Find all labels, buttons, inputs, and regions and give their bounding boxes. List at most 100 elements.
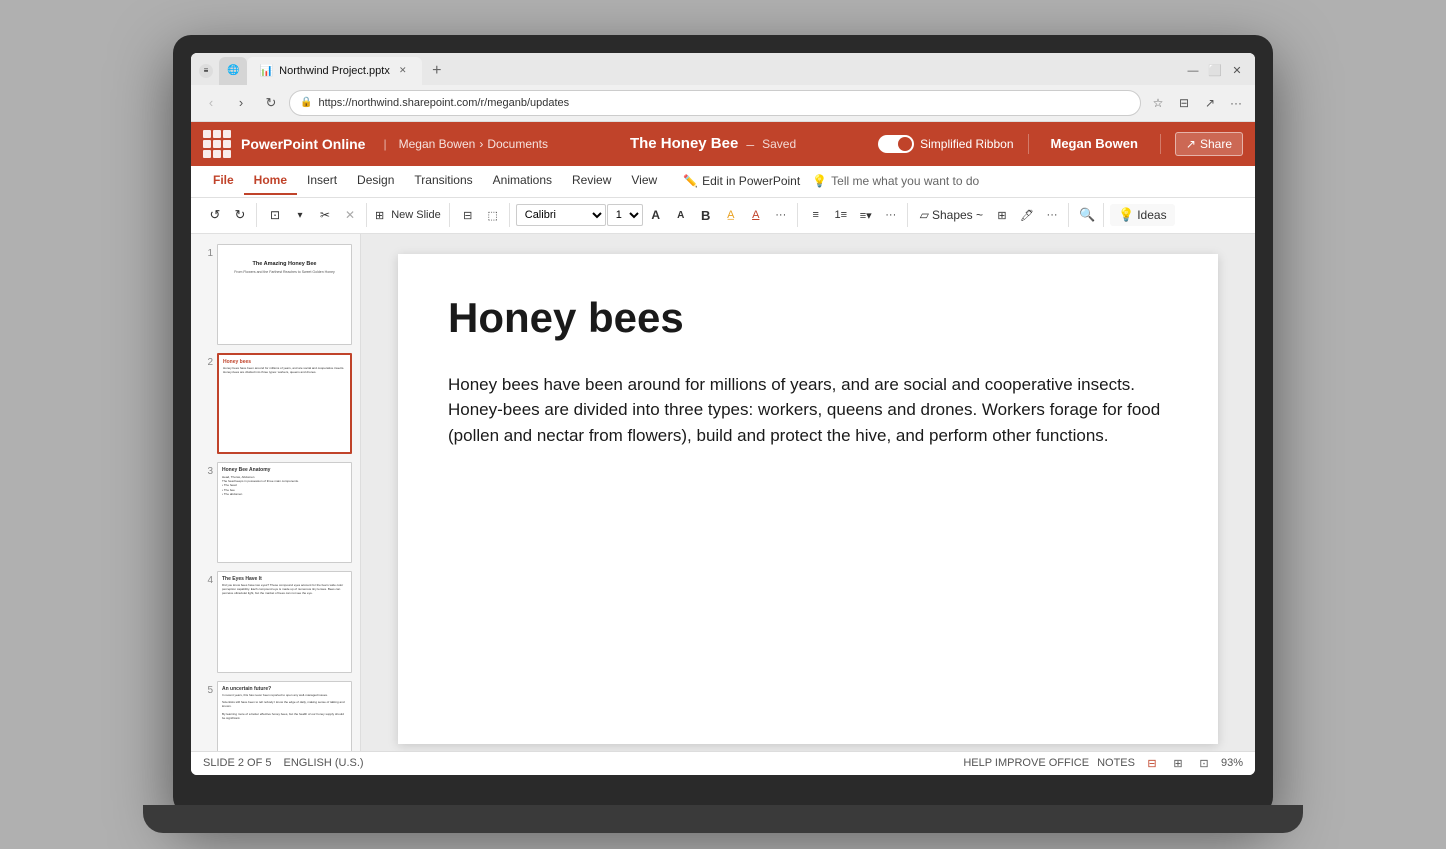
- tab-design[interactable]: Design: [347, 167, 404, 195]
- more-font-btn[interactable]: ···: [769, 203, 793, 227]
- slide-thumb-1[interactable]: The Amazing Honey Bee From Flowers and t…: [217, 244, 352, 345]
- user-name[interactable]: Megan Bowen: [1043, 132, 1146, 155]
- share-browser-btn[interactable]: ↗: [1199, 92, 1221, 114]
- redo-btn[interactable]: ↻: [228, 203, 252, 227]
- tab-blank[interactable]: 🌐: [219, 57, 247, 85]
- tab-animations[interactable]: Animations: [483, 167, 562, 195]
- breadcrumb-sep: ›: [479, 137, 483, 151]
- arrange-btn[interactable]: ⬚: [481, 203, 505, 227]
- doc-title-area: The Honey Bee – Saved: [558, 135, 868, 152]
- view-normal-btn[interactable]: ⊟: [1143, 754, 1161, 772]
- tab-ppt[interactable]: 📊 Northwind Project.pptx ✕: [247, 57, 421, 85]
- edit-ppt-label: Edit in PowerPoint: [702, 174, 800, 188]
- waffle-menu[interactable]: [203, 130, 231, 158]
- breadcrumb-location[interactable]: Documents: [487, 137, 548, 151]
- slide-number-2: 2: [199, 357, 213, 368]
- numbered-list-btn[interactable]: 1≡: [829, 203, 853, 227]
- bullet-list-btn[interactable]: ≡: [804, 203, 828, 227]
- cut-btn[interactable]: ✂: [313, 203, 337, 227]
- undo-btn[interactable]: ↺: [203, 203, 227, 227]
- settings-btn[interactable]: ···: [1225, 92, 1247, 114]
- lightbulb-icon: 💡: [812, 174, 827, 188]
- font-size-down-btn[interactable]: A: [669, 203, 693, 227]
- highlight-btn[interactable]: A̲: [719, 203, 743, 227]
- notes-btn[interactable]: NOTES: [1097, 757, 1135, 769]
- shapes-btn[interactable]: ▱ Shapes ~: [914, 205, 989, 225]
- tab-review[interactable]: Review: [562, 167, 621, 195]
- slide-item-1[interactable]: 1 The Amazing Honey Bee From Flowers and…: [191, 242, 360, 347]
- slide-item-5[interactable]: 5 An uncertain future? In recent years, …: [191, 679, 360, 751]
- address-bar[interactable]: 🔒 https://northwind.sharepoint.com/r/meg…: [289, 90, 1141, 116]
- tab-file[interactable]: File: [203, 167, 244, 195]
- shape-fill-btn[interactable]: 🖊: [1015, 203, 1039, 227]
- blank-tab-icon: 🌐: [227, 65, 239, 76]
- search-btn[interactable]: 🔍: [1075, 203, 1099, 227]
- breadcrumb-user[interactable]: Megan Bowen: [399, 137, 476, 151]
- collections-btn[interactable]: ⊟: [1173, 92, 1195, 114]
- font-size-up-btn[interactable]: A: [644, 203, 668, 227]
- slide-thumb-3[interactable]: Honey Bee Anatomy Head, Thorax, AbdomenT…: [217, 462, 352, 563]
- slide-item-4[interactable]: 4 The Eyes Have It Did you know bees hav…: [191, 569, 360, 674]
- tab-close-btn[interactable]: ✕: [396, 64, 410, 78]
- main-area: 1 The Amazing Honey Bee From Flowers and…: [191, 234, 1255, 751]
- browser-menu-btn[interactable]: ≡: [199, 64, 213, 78]
- toolbar-divider-2: [1160, 134, 1161, 154]
- forward-btn[interactable]: ›: [229, 91, 253, 115]
- arrange-shapes-btn[interactable]: ⊞: [990, 203, 1014, 227]
- ppt-tab-favicon: 📊: [259, 64, 273, 77]
- delete-btn[interactable]: ✕: [338, 203, 362, 227]
- back-btn[interactable]: ‹: [199, 91, 223, 115]
- more-list-btn[interactable]: ···: [879, 203, 903, 227]
- share-button[interactable]: ↗ Share: [1175, 132, 1243, 156]
- slide-canvas[interactable]: Honey bees Honey bees have been around f…: [398, 254, 1218, 744]
- view-slide-btn[interactable]: ⊞: [1169, 754, 1187, 772]
- tab-view[interactable]: View: [621, 167, 667, 195]
- doc-separator: –: [746, 136, 754, 152]
- font-group: Calibri Arial Times New Roman 18 24 32 A…: [512, 203, 798, 227]
- bookmark-btn[interactable]: ☆: [1147, 92, 1169, 114]
- tab-home[interactable]: Home: [244, 167, 297, 195]
- tab-insert[interactable]: Insert: [297, 167, 347, 195]
- align-btn[interactable]: ≡▾: [854, 203, 878, 227]
- toggle-knob: [898, 137, 912, 151]
- simplified-ribbon-toggle[interactable]: Simplified Ribbon: [878, 135, 1013, 153]
- new-slide-btn[interactable]: New Slide: [387, 207, 445, 223]
- slide-thumb-4[interactable]: The Eyes Have It Did you know bees have …: [217, 571, 352, 672]
- copy-dropdown-btn[interactable]: ▾: [288, 203, 312, 227]
- minimize-btn[interactable]: —: [1183, 61, 1203, 81]
- maximize-btn[interactable]: ⬜: [1205, 61, 1225, 81]
- font-size-selector[interactable]: 18 24 32: [607, 204, 643, 226]
- bold-btn[interactable]: B: [694, 203, 718, 227]
- shapes-icon: ▱: [920, 208, 929, 222]
- font-color-btn[interactable]: A: [744, 203, 768, 227]
- new-slide-icon-btn[interactable]: ⊞: [373, 203, 386, 227]
- laptop-frame: ≡ 🌐 📊 Northwind Project.pptx ✕ + — ⬜ ✕: [173, 35, 1273, 815]
- copy-btn[interactable]: ⊡: [263, 203, 287, 227]
- slide4-thumb-title: The Eyes Have It: [222, 576, 347, 582]
- slide-body-text: Honey bees have been around for millions…: [448, 372, 1168, 449]
- slide-canvas-area[interactable]: Honey bees Honey bees have been around f…: [361, 234, 1255, 751]
- refresh-btn[interactable]: ↻: [259, 91, 283, 115]
- layout-btn[interactable]: ⊟: [456, 203, 480, 227]
- toggle-switch[interactable]: [878, 135, 914, 153]
- undo-redo-group: ↺ ↻: [199, 203, 257, 227]
- toolbar-divider-1: [1028, 134, 1029, 154]
- tab-transitions[interactable]: Transitions: [404, 167, 482, 195]
- ideas-btn[interactable]: 💡 Ideas: [1110, 204, 1175, 226]
- close-btn[interactable]: ✕: [1227, 61, 1247, 81]
- tell-me-what[interactable]: 💡 Tell me what you want to do: [812, 174, 979, 188]
- slide-item-2[interactable]: 2 Honey bees Honey bees have been around…: [191, 351, 360, 456]
- new-tab-btn[interactable]: +: [424, 59, 450, 83]
- share-label: Share: [1200, 137, 1232, 151]
- font-selector[interactable]: Calibri Arial Times New Roman: [516, 204, 606, 226]
- slide-item-3[interactable]: 3 Honey Bee Anatomy Head, Thorax, Abdome…: [191, 460, 360, 565]
- edit-in-ppt[interactable]: ✏️ Edit in PowerPoint: [683, 174, 800, 188]
- slide-thumb-5[interactable]: An uncertain future? In recent years, th…: [217, 681, 352, 751]
- slide-thumb-2[interactable]: Honey bees Honey bees have been around f…: [217, 353, 352, 454]
- more-shapes-btn[interactable]: ···: [1040, 203, 1064, 227]
- breadcrumb: Megan Bowen › Documents: [399, 137, 548, 151]
- view-reading-btn[interactable]: ⊡: [1195, 754, 1213, 772]
- slide1-title: The Amazing Honey Bee: [224, 261, 345, 267]
- zoom-level: 93%: [1221, 757, 1243, 769]
- help-improve[interactable]: HELP IMPROVE OFFICE: [963, 757, 1089, 769]
